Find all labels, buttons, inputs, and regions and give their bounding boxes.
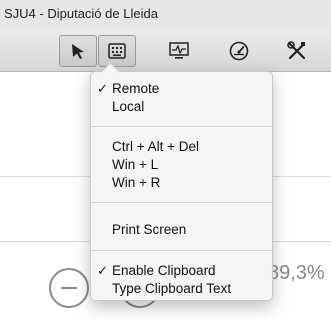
toolbar [0, 29, 331, 72]
pointer-arrow-icon [69, 42, 87, 60]
menu-item-win-l[interactable]: Win + L [91, 156, 274, 174]
monitor-tool-button[interactable] [160, 35, 198, 67]
menu-item-ctrl-alt-del[interactable]: Ctrl + Alt + Del [91, 138, 274, 156]
menu-item-remote[interactable]: ✓ Remote [91, 80, 274, 98]
menu-item-local[interactable]: Local [91, 98, 274, 116]
menu-item-print-screen[interactable]: Print Screen [91, 221, 274, 239]
keyboard-tool-button[interactable] [98, 35, 136, 67]
monitor-icon [168, 41, 190, 61]
pointer-tool-button[interactable] [59, 35, 97, 67]
checkmark-icon: ✓ [97, 263, 108, 278]
menu-item-label: Enable Clipboard [112, 263, 216, 278]
checkmark-icon: ✓ [97, 81, 108, 96]
window-title: SJU4 - Diputació de Lleida [4, 6, 158, 21]
zoom-out-button[interactable] [49, 268, 89, 308]
menu-item-enable-clipboard[interactable]: ✓ Enable Clipboard [91, 262, 274, 280]
menu-separator [91, 126, 274, 127]
menu-item-label: Remote [112, 81, 160, 96]
settings-tool-button[interactable] [278, 35, 316, 67]
keyboard-icon [107, 42, 127, 60]
menu-item-label: Type Clipboard Text [112, 281, 232, 296]
menu-item-label: Ctrl + Alt + Del [112, 139, 200, 154]
menu-item-label: Win + L [112, 157, 159, 172]
title-bar: SJU4 - Diputació de Lleida [0, 0, 331, 29]
menu-item-type-clipboard-text[interactable]: Type Clipboard Text [91, 280, 274, 298]
menu-item-label: Print Screen [112, 222, 187, 237]
zoom-level: 89,3% [268, 262, 325, 284]
menu-item-label: Win + R [112, 175, 161, 190]
keyboard-dropdown-menu: ✓ Remote Local Ctrl + Alt + Del Win + L … [90, 71, 274, 301]
minus-icon [61, 287, 77, 289]
menu-item-win-r[interactable]: Win + R [91, 174, 274, 192]
speedometer-icon [228, 40, 250, 62]
speed-tool-button[interactable] [220, 35, 258, 67]
menu-separator [91, 250, 274, 251]
tools-icon [286, 40, 308, 62]
menu-item-label: Local [112, 99, 145, 114]
menu-separator [91, 202, 274, 203]
